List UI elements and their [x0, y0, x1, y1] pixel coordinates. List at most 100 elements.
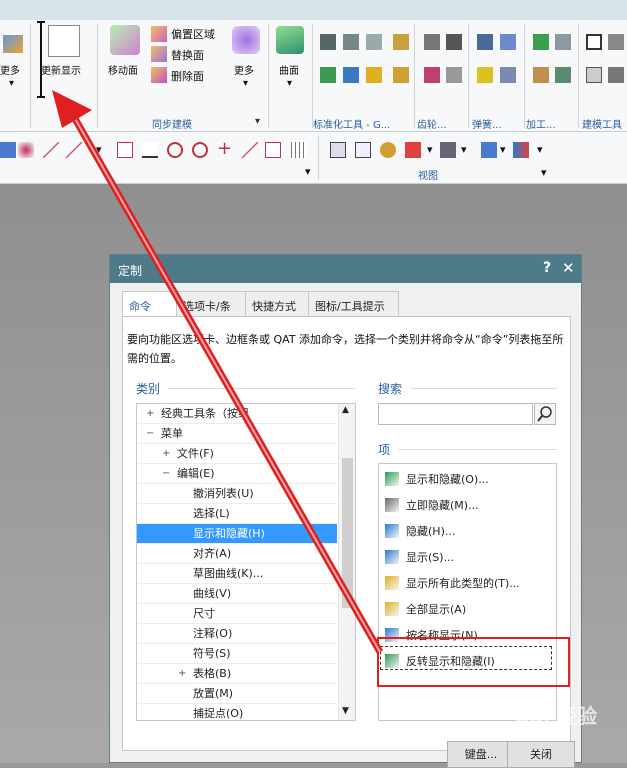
- machining-tool-icon[interactable]: [533, 67, 549, 83]
- category-item[interactable]: + 表格(B): [137, 664, 337, 684]
- command-item[interactable]: 隐藏(H)...: [385, 522, 455, 542]
- tab-icons-tooltips[interactable]: 图标/工具提示: [308, 291, 399, 317]
- more-icon[interactable]: [3, 35, 23, 53]
- build-tool-icon[interactable]: [608, 34, 624, 50]
- dropdown-caret-icon[interactable]: ▾: [9, 78, 14, 89]
- category-tree[interactable]: + 经典工具条（按组 − 菜单 + 文件(F) − 编辑(E) 撤消列表(U) 选择(L) 显示和隐…: [136, 403, 356, 721]
- tab-shortcuts[interactable]: 快捷方式: [245, 291, 309, 317]
- std-tool-icon[interactable]: [393, 67, 409, 83]
- category-item[interactable]: 尺寸: [137, 604, 337, 624]
- command-item[interactable]: 显示所有此类型的(T)...: [385, 574, 520, 594]
- category-item[interactable]: 显示和隐藏(H): [137, 524, 337, 544]
- machining-tool-icon[interactable]: [555, 67, 571, 83]
- fit-view-icon[interactable]: [330, 142, 346, 158]
- scrollbar-thumb[interactable]: [342, 458, 353, 608]
- tab-tabs-bars[interactable]: 选项卡/条: [176, 291, 246, 317]
- delete-face-label[interactable]: 删除面: [171, 68, 204, 84]
- gear-tool-icon[interactable]: [424, 34, 440, 50]
- dropdown-caret-icon[interactable]: ▾: [287, 78, 292, 89]
- machining-tool-icon[interactable]: [555, 34, 571, 50]
- dropdown-caret-icon[interactable]: ▾: [305, 165, 311, 178]
- scrollbar[interactable]: ▲ ▼: [338, 404, 355, 720]
- category-item[interactable]: 曲线(V): [137, 584, 337, 604]
- build-tool-icon[interactable]: [608, 67, 624, 83]
- dropdown-caret-icon[interactable]: ▾: [243, 78, 248, 89]
- move-face-icon[interactable]: [110, 25, 140, 55]
- dropdown-caret-icon[interactable]: ▾: [541, 166, 547, 179]
- polyline-icon[interactable]: [117, 142, 133, 158]
- zoom-icon[interactable]: [355, 142, 371, 158]
- offset-region-label[interactable]: 偏置区域: [171, 26, 215, 42]
- search-input[interactable]: [378, 403, 533, 425]
- show-hide-icon[interactable]: [513, 142, 529, 158]
- more-label[interactable]: 更多: [234, 62, 254, 77]
- expand-toggle-icon[interactable]: −: [162, 464, 171, 484]
- std-tool-icon[interactable]: [393, 34, 409, 50]
- search-icon[interactable]: [534, 403, 556, 425]
- move-face-label[interactable]: 移动面: [108, 62, 138, 77]
- more-icon[interactable]: [232, 26, 260, 54]
- category-item[interactable]: 撤消列表(U): [137, 484, 337, 504]
- gear-tool-icon[interactable]: [424, 67, 440, 83]
- help-button[interactable]: ?: [543, 260, 551, 276]
- expand-toggle-icon[interactable]: +: [178, 664, 187, 684]
- dropdown-caret-icon[interactable]: ▾: [96, 143, 102, 156]
- cube-icon[interactable]: [481, 142, 497, 158]
- std-tool-icon[interactable]: [366, 67, 382, 83]
- category-item[interactable]: 选择(L): [137, 504, 337, 524]
- command-item[interactable]: 显示(S)...: [385, 548, 454, 568]
- angle-icon[interactable]: [142, 142, 158, 158]
- std-tool-icon[interactable]: [366, 34, 382, 50]
- build-tool-icon[interactable]: [586, 67, 602, 83]
- dropdown-caret-icon[interactable]: ▾: [537, 143, 543, 156]
- refresh-display-label[interactable]: 更新显示: [41, 62, 81, 77]
- command-item[interactable]: 显示和隐藏(O)...: [385, 470, 489, 490]
- std-tool-icon[interactable]: [320, 67, 336, 83]
- replace-face-icon[interactable]: [151, 46, 167, 62]
- circle-point-icon[interactable]: [192, 142, 208, 158]
- spring-tool-icon[interactable]: [500, 34, 516, 50]
- replace-face-label[interactable]: 替换面: [171, 47, 204, 63]
- surface-label[interactable]: 曲面: [279, 62, 299, 77]
- close-icon[interactable]: ✕: [562, 259, 575, 277]
- category-item[interactable]: 符号(S): [137, 644, 337, 664]
- more-left-label[interactable]: 更多: [0, 62, 20, 77]
- line-icon[interactable]: [43, 142, 59, 158]
- scroll-down-icon[interactable]: ▼: [342, 706, 349, 716]
- arrow-line-icon[interactable]: [66, 142, 82, 158]
- category-item[interactable]: 草图曲线(K)...: [137, 564, 337, 584]
- circle-icon[interactable]: [167, 142, 183, 158]
- dropdown-caret-icon[interactable]: ▾: [500, 143, 506, 156]
- gear-tool-icon[interactable]: [446, 67, 462, 83]
- render-style-icon[interactable]: [440, 142, 456, 158]
- delete-face-icon[interactable]: [151, 67, 167, 83]
- category-item[interactable]: 放置(M): [137, 684, 337, 704]
- std-tool-icon[interactable]: [343, 34, 359, 50]
- expand-toggle-icon[interactable]: +: [162, 444, 171, 464]
- tab-commands[interactable]: 命令: [122, 291, 177, 318]
- std-tool-icon[interactable]: [343, 67, 359, 83]
- close-button[interactable]: 关闭: [507, 741, 575, 768]
- category-item[interactable]: + 经典工具条（按组: [137, 404, 337, 424]
- dropdown-caret-icon[interactable]: ▾: [255, 116, 260, 127]
- category-item[interactable]: − 菜单: [137, 424, 337, 444]
- command-item[interactable]: 全部显示(A): [385, 600, 466, 620]
- refresh-display-icon[interactable]: [48, 25, 80, 57]
- spring-tool-icon[interactable]: [500, 67, 516, 83]
- command-item[interactable]: 立即隐藏(M)...: [385, 496, 479, 516]
- dialog-title-bar[interactable]: 定制 ? ✕: [110, 255, 581, 283]
- grid-icon[interactable]: [291, 142, 307, 158]
- spring-tool-icon[interactable]: [477, 34, 493, 50]
- category-item[interactable]: 对齐(A): [137, 544, 337, 564]
- rotate-icon[interactable]: [380, 142, 396, 158]
- offset-region-icon[interactable]: [151, 26, 167, 42]
- std-tool-icon[interactable]: [320, 34, 336, 50]
- point-icon[interactable]: [18, 142, 34, 158]
- pencil-icon[interactable]: [242, 142, 258, 158]
- plus-icon[interactable]: +: [217, 140, 233, 158]
- category-item[interactable]: − 编辑(E): [137, 464, 337, 484]
- scroll-up-icon[interactable]: ▲: [342, 405, 349, 415]
- spring-tool-icon[interactable]: [477, 67, 493, 83]
- triangle-icon[interactable]: [586, 34, 602, 50]
- orient-view-icon[interactable]: [405, 142, 421, 158]
